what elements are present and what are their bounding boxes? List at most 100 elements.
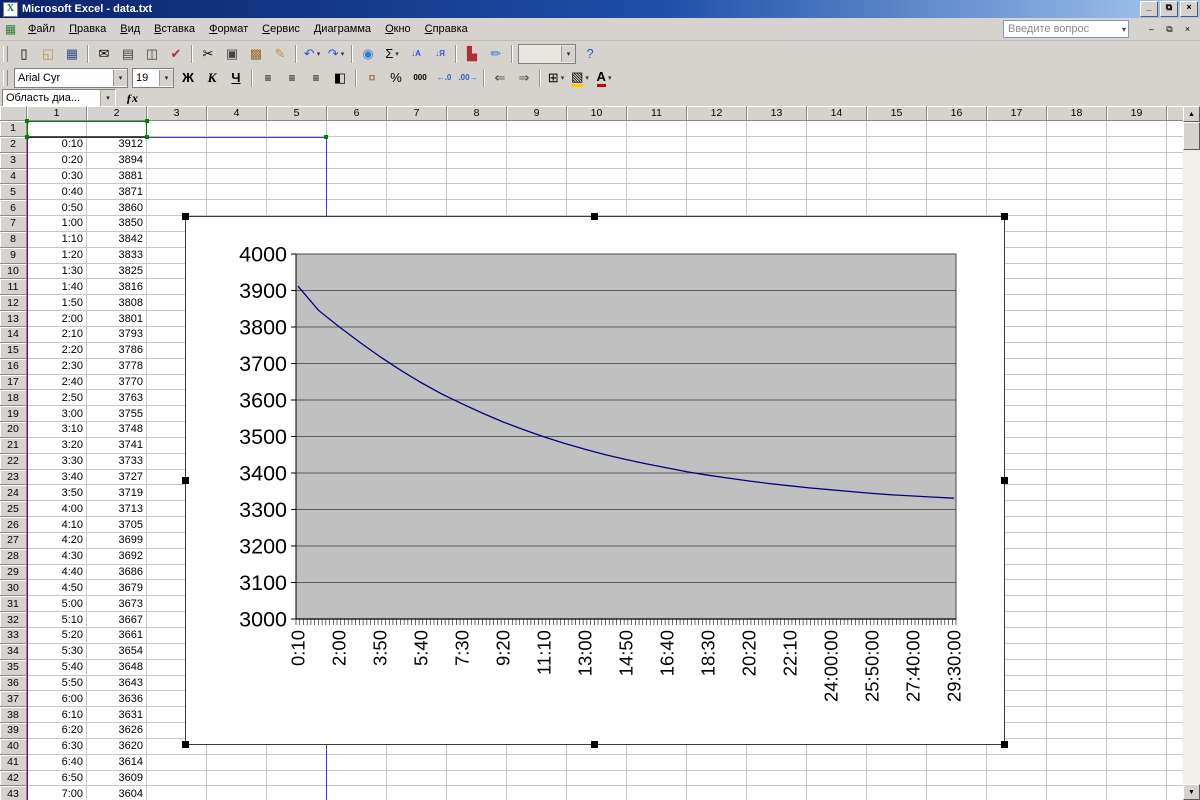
cell-r4c12[interactable] (687, 168, 747, 185)
cell-r2c11[interactable] (627, 136, 687, 153)
name-box-dropdown-arrow-icon[interactable]: ▾ (100, 90, 115, 106)
cell-r42c19[interactable] (1107, 770, 1167, 787)
cell-r37c1[interactable]: 6:00 (27, 691, 87, 708)
cell-r1c18[interactable] (1047, 121, 1107, 137)
column-header-10[interactable]: 10 (567, 106, 627, 121)
cell-r33c2[interactable]: 3661 (87, 628, 147, 644)
vertical-scrollbar[interactable]: ▲ ▼ (1183, 106, 1200, 800)
cell-r15c2[interactable]: 3786 (87, 342, 147, 359)
cell-r5c6[interactable] (327, 184, 387, 201)
currency-style-button[interactable]: ¤ (361, 68, 383, 88)
cell-r12c20[interactable] (1167, 295, 1184, 312)
menu-item-1[interactable]: Файл (21, 21, 62, 37)
cell-r33c20[interactable] (1167, 628, 1184, 644)
cell-r22c20[interactable] (1167, 454, 1184, 470)
cell-r41c14[interactable] (807, 754, 867, 771)
cell-r2c6[interactable] (327, 136, 387, 153)
row-header-30[interactable]: 30 (0, 580, 27, 597)
cell-r41c3[interactable] (147, 754, 207, 771)
cell-r37c18[interactable] (1047, 691, 1107, 708)
cell-r9c18[interactable] (1047, 247, 1107, 264)
row-header-18[interactable]: 18 (0, 390, 27, 407)
cell-r2c7[interactable] (387, 136, 447, 153)
cell-r32c18[interactable] (1047, 612, 1107, 628)
cell-r42c17[interactable] (987, 770, 1047, 787)
cell-r17c20[interactable] (1167, 375, 1184, 391)
row-header-38[interactable]: 38 (0, 707, 27, 724)
autosum-button[interactable]: Σ ▾ (381, 44, 403, 64)
cell-r39c20[interactable] (1167, 723, 1184, 739)
cell-r24c18[interactable] (1047, 485, 1107, 502)
cell-r7c18[interactable] (1047, 216, 1107, 232)
align-left-button[interactable]: ≡ (257, 68, 279, 88)
cell-r1c17[interactable] (987, 121, 1047, 137)
cell-r6c16[interactable] (927, 200, 987, 217)
cell-r14c18[interactable] (1047, 326, 1107, 343)
cell-r32c2[interactable]: 3667 (87, 612, 147, 628)
row-header-8[interactable]: 8 (0, 231, 27, 248)
cell-r26c1[interactable]: 4:10 (27, 517, 87, 533)
cell-r43c16[interactable] (927, 786, 987, 800)
cell-r5c20[interactable] (1167, 184, 1184, 201)
cell-r3c3[interactable] (147, 152, 207, 169)
cell-r11c18[interactable] (1047, 279, 1107, 296)
cell-r38c2[interactable]: 3631 (87, 707, 147, 724)
cell-r39c18[interactable] (1047, 723, 1107, 739)
cell-r5c15[interactable] (867, 184, 927, 201)
cell-r8c19[interactable] (1107, 231, 1167, 248)
cell-r41c10[interactable] (567, 754, 627, 771)
cell-r42c6[interactable] (327, 770, 387, 787)
cell-r22c19[interactable] (1107, 453, 1167, 470)
cell-r32c19[interactable] (1107, 612, 1167, 628)
cell-r4c3[interactable] (147, 168, 207, 185)
cell-r15c19[interactable] (1107, 342, 1167, 359)
row-header-22[interactable]: 22 (0, 453, 27, 470)
cell-r39c1[interactable]: 6:20 (27, 723, 87, 739)
cell-r5c17[interactable] (987, 184, 1047, 201)
cell-r41c13[interactable] (747, 754, 807, 771)
cell-r43c18[interactable] (1047, 786, 1107, 800)
cell-r35c2[interactable]: 3648 (87, 659, 147, 676)
cell-r4c8[interactable] (447, 168, 507, 185)
cell-r34c1[interactable]: 5:30 (27, 643, 87, 660)
cell-r21c20[interactable] (1167, 438, 1184, 454)
column-header-3[interactable]: 3 (147, 106, 207, 121)
cell-r6c4[interactable] (207, 200, 267, 217)
cell-r21c18[interactable] (1047, 437, 1107, 454)
row-header-31[interactable]: 31 (0, 596, 27, 613)
column-header-16[interactable]: 16 (927, 106, 987, 121)
cell-r9c2[interactable]: 3833 (87, 247, 147, 264)
cell-r35c20[interactable] (1167, 660, 1184, 676)
row-header-29[interactable]: 29 (0, 564, 27, 581)
zoom-combobox[interactable]: ▾ (518, 43, 576, 64)
cell-r17c2[interactable]: 3770 (87, 374, 147, 391)
row-header-10[interactable]: 10 (0, 263, 27, 280)
cell-r43c13[interactable] (747, 786, 807, 800)
cell-r3c11[interactable] (627, 152, 687, 169)
cell-r3c12[interactable] (687, 152, 747, 169)
cell-r18c1[interactable]: 2:50 (27, 390, 87, 407)
cell-r3c4[interactable] (207, 152, 267, 169)
cell-r3c14[interactable] (807, 152, 867, 169)
row-header-20[interactable]: 20 (0, 422, 27, 438)
menu-item-9[interactable]: Справка (418, 21, 475, 37)
cell-r42c15[interactable] (867, 770, 927, 787)
cell-r35c18[interactable] (1047, 659, 1107, 676)
cell-r12c19[interactable] (1107, 295, 1167, 312)
cell-r36c19[interactable] (1107, 675, 1167, 692)
cell-r25c19[interactable] (1107, 501, 1167, 518)
cell-r30c2[interactable]: 3679 (87, 580, 147, 597)
font-color-button[interactable]: А ▾ (593, 68, 615, 88)
cell-r42c20[interactable] (1167, 771, 1184, 787)
cell-r41c1[interactable]: 6:40 (27, 754, 87, 771)
cell-r3c17[interactable] (987, 152, 1047, 169)
cell-r9c20[interactable] (1167, 248, 1184, 264)
merge-center-button[interactable]: ◧ (329, 68, 351, 88)
cell-r42c13[interactable] (747, 770, 807, 787)
cell-r43c19[interactable] (1107, 786, 1167, 800)
cell-r25c2[interactable]: 3713 (87, 501, 147, 518)
cell-r43c1[interactable]: 7:00 (27, 786, 87, 800)
cell-r43c7[interactable] (387, 786, 447, 800)
cell-r23c1[interactable]: 3:40 (27, 469, 87, 486)
cell-r4c17[interactable] (987, 168, 1047, 185)
